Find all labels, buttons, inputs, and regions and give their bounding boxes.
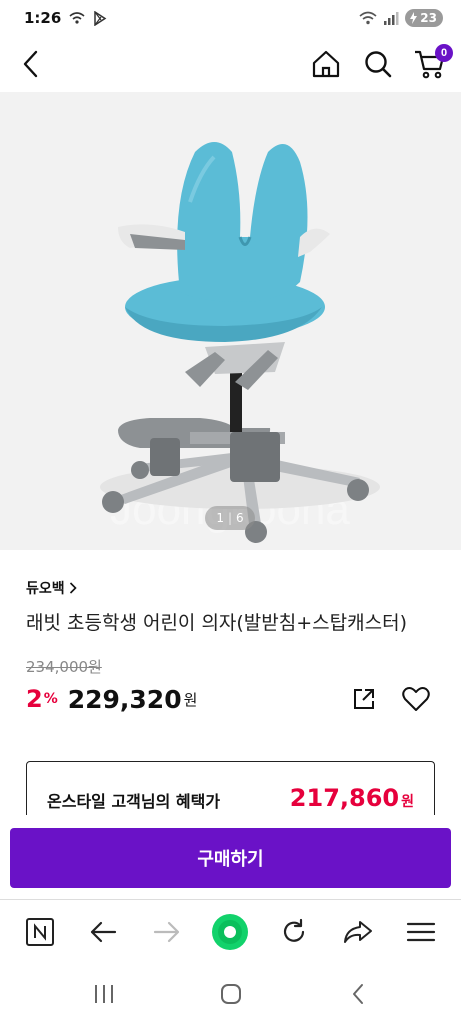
benefit-price: 217,860 원 <box>290 784 414 812</box>
chevron-left-icon <box>23 50 38 78</box>
wishlist-button[interactable] <box>399 682 433 716</box>
benefit-price-value: 217,860 <box>289 784 400 812</box>
system-back-button[interactable] <box>338 974 378 1014</box>
product-info: 듀오백 래빗 초등학생 어린이 의자(발받침+스탑캐스터) 234,000원 2… <box>0 550 461 717</box>
home-icon <box>312 50 340 78</box>
recent-apps-icon <box>94 984 113 1003</box>
refresh-button[interactable] <box>274 912 314 952</box>
product-title: 래빗 초등학생 어린이 의자(발받침+스탑캐스터) <box>26 612 407 634</box>
image-current-page: 1 <box>216 511 224 525</box>
price-row: 2 % 229,320 원 <box>26 681 435 717</box>
discount-rate: 2 <box>26 685 43 713</box>
recent-apps-button[interactable] <box>84 974 124 1014</box>
green-dot-icon <box>212 913 249 950</box>
cart-button[interactable]: 0 <box>413 44 453 81</box>
original-price: 234,000원 <box>26 658 102 676</box>
system-navigation-bar <box>0 963 461 1024</box>
app-header: 0 <box>0 36 461 92</box>
refresh-icon <box>284 918 305 942</box>
home-button[interactable] <box>309 47 343 81</box>
naver-icon <box>25 917 54 946</box>
share-icon <box>354 689 374 709</box>
buy-button[interactable]: 구매하기 <box>10 828 451 888</box>
home-square-icon <box>220 983 241 1004</box>
charging-icon <box>410 12 418 24</box>
search-icon <box>365 51 392 78</box>
wifi-icon <box>359 11 377 25</box>
search-button[interactable] <box>361 47 395 81</box>
image-total-pages: 6 <box>236 511 244 525</box>
browser-back-button[interactable] <box>83 912 123 952</box>
cart-count-badge: 0 <box>435 44 453 62</box>
system-home-button[interactable] <box>211 974 251 1014</box>
image-page-indicator: 1 | 6 <box>205 506 255 530</box>
signal-icon <box>384 12 399 25</box>
product-image[interactable]: Joongkoona 1 | 6 <box>0 92 461 550</box>
status-bar: 1:26 23 <box>0 0 461 36</box>
play-store-icon <box>94 10 107 26</box>
indicator-separator: | <box>227 511 233 525</box>
browser-toolbar <box>0 899 461 963</box>
chair-image: Joongkoona <box>100 142 380 543</box>
battery-indicator: 23 <box>405 9 443 27</box>
browser-menu-button[interactable] <box>401 912 441 952</box>
heart-icon <box>402 687 430 711</box>
benefit-price-unit: 원 <box>401 794 414 810</box>
buy-area: 구매하기 <box>0 815 461 899</box>
wifi-call-icon <box>69 12 85 24</box>
menu-icon <box>407 922 436 941</box>
back-chevron-icon <box>352 983 363 1004</box>
sale-price-unit: 원 <box>183 690 198 709</box>
battery-level: 23 <box>420 11 437 25</box>
browser-share-button[interactable] <box>338 912 378 952</box>
back-arrow-icon <box>91 921 117 942</box>
naver-button[interactable] <box>20 912 60 952</box>
chevron-right-icon <box>69 582 77 594</box>
sale-price: 229,320 <box>67 684 182 714</box>
browser-home-button[interactable] <box>210 912 250 952</box>
share-arrow-icon <box>343 920 372 943</box>
back-button[interactable] <box>14 47 48 81</box>
browser-forward-button[interactable] <box>147 912 187 952</box>
discount-unit: % <box>43 691 58 707</box>
brand-link[interactable]: 듀오백 <box>26 578 435 598</box>
forward-arrow-icon <box>153 921 180 942</box>
share-button[interactable] <box>347 682 381 716</box>
benefit-label: 온스타일 고객님의 혜택가 <box>47 792 221 811</box>
status-time: 1:26 <box>24 9 62 27</box>
brand-name: 듀오백 <box>26 581 65 597</box>
